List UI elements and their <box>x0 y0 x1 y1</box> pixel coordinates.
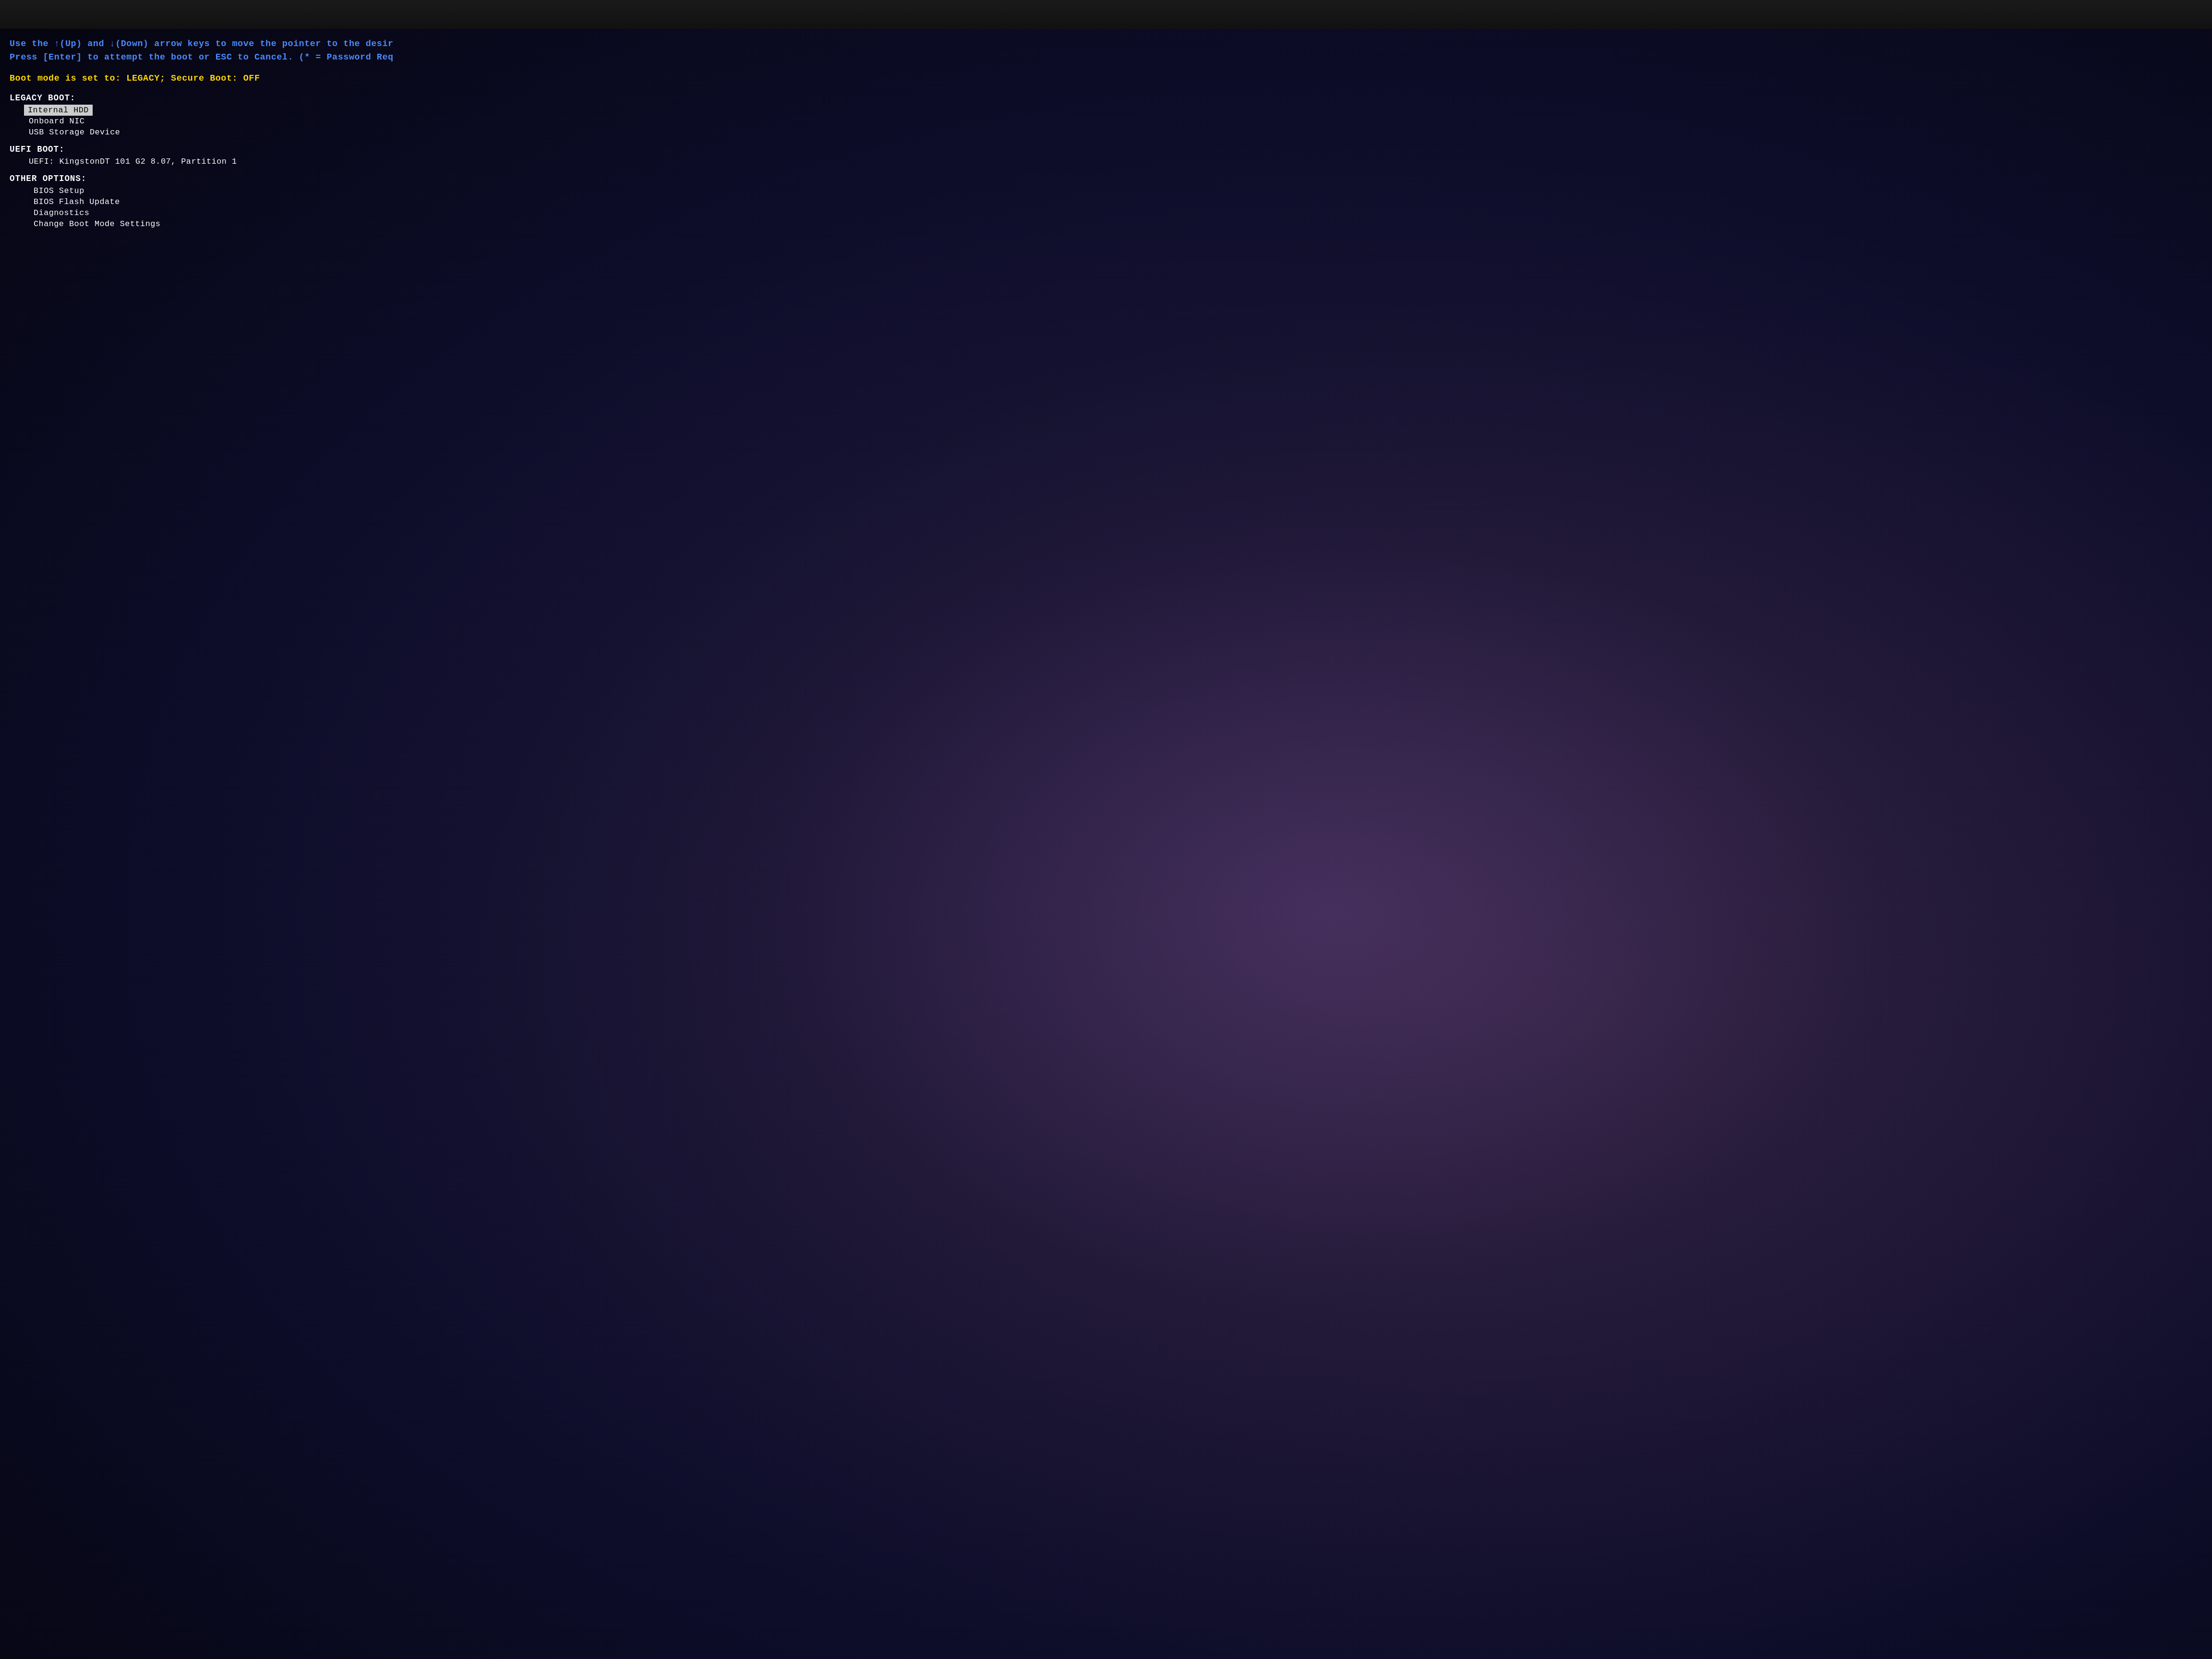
boot-item-internal-hdd[interactable]: Internal HDD <box>24 105 93 116</box>
boot-item-usb-storage[interactable]: USB Storage Device <box>10 127 2202 138</box>
other-item-bios-flash-update[interactable]: BIOS Flash Update <box>10 196 2202 207</box>
bios-content: Use the ↑(Up) and ↓(Down) arrow keys to … <box>0 29 2212 1659</box>
bios-screen: Use the ↑(Up) and ↓(Down) arrow keys to … <box>0 0 2212 1659</box>
boot-mode-status: Boot mode is set to: LEGACY; Secure Boot… <box>10 73 2202 84</box>
legacy-boot-header: LEGACY BOOT: <box>10 93 2202 103</box>
other-item-change-boot-mode[interactable]: Change Boot Mode Settings <box>10 218 2202 229</box>
uefi-boot-header: UEFI BOOT: <box>10 144 2202 154</box>
boot-item-uefi-kingston[interactable]: UEFI: KingstonDT 101 G2 8.07, Partition … <box>10 156 2202 167</box>
boot-item-onboard-nic[interactable]: Onboard NIC <box>10 116 2202 127</box>
other-item-diagnostics[interactable]: Diagnostics <box>10 207 2202 218</box>
bezel-top <box>0 0 2212 29</box>
other-item-bios-setup[interactable]: BIOS Setup <box>10 185 2202 196</box>
instruction-line-2: Press [Enter] to attempt the boot or ESC… <box>10 51 2202 64</box>
other-options-header: OTHER OPTIONS: <box>10 174 2202 183</box>
instruction-line-1: Use the ↑(Up) and ↓(Down) arrow keys to … <box>10 37 2202 51</box>
